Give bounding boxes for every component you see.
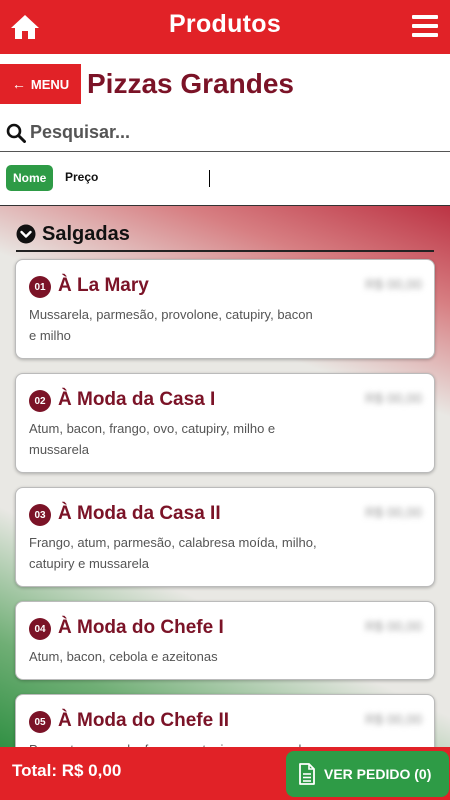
arrow-left-icon: ← [11, 76, 26, 92]
product-name: À Moda da Casa II [58, 502, 221, 524]
product-price: R$ 00,00 [365, 618, 422, 634]
top-bar-title: Produtos [168, 10, 282, 38]
search-input[interactable] [30, 118, 430, 146]
product-name: À Moda do Chefe I [58, 616, 224, 638]
product-description: Frango, atum, parmesão, calabresa moída,… [29, 535, 317, 571]
view-order-button[interactable]: VER PEDIDO (0) [286, 751, 449, 797]
chevron-down-circle-icon [16, 224, 36, 244]
product-description: Atum, bacon, cebola e azeitonas [29, 649, 218, 664]
product-card[interactable]: 05 À Moda do Chefe II R$ 00,00 Presunto,… [15, 694, 435, 747]
text-cursor [209, 170, 210, 187]
sort-by-name-button[interactable]: Nome [6, 165, 54, 191]
product-card[interactable]: 01 À La Mary R$ 00,00 Mussarela, parmesã… [15, 259, 435, 359]
back-menu-button[interactable]: ← MENU [0, 64, 81, 104]
product-number-badge: 02 [29, 390, 51, 412]
product-price: R$ 00,00 [365, 276, 422, 292]
product-number-badge: 01 [29, 276, 51, 298]
product-number-badge: 05 [29, 711, 51, 733]
product-price: R$ 00,00 [365, 390, 422, 406]
search-bar [0, 114, 450, 152]
product-card[interactable]: 03 À Moda da Casa II R$ 00,00 Frango, at… [15, 487, 435, 587]
document-icon [299, 763, 315, 785]
view-order-label: VER PEDIDO (0) [324, 766, 432, 782]
sort-bar: Nome Preço [0, 152, 450, 206]
page-title: Pizzas Grandes [87, 68, 294, 99]
product-cards: 01 À La Mary R$ 00,00 Mussarela, parmesã… [15, 259, 435, 747]
product-name: À Moda do Chefe II [58, 709, 229, 731]
product-card[interactable]: 04 À Moda do Chefe I R$ 00,00 Atum, baco… [15, 601, 435, 680]
product-list-area[interactable]: Salgadas 01 À La Mary R$ 00,00 Mussarela… [0, 206, 450, 747]
product-card[interactable]: 02 À Moda da Casa I R$ 00,00 Atum, bacon… [15, 373, 435, 473]
product-price: R$ 00,00 [365, 504, 422, 520]
bottom-bar: Total: R$ 0,00 VER PEDIDO (0) [0, 747, 450, 800]
product-description: Mussarela, parmesão, provolone, catupiry… [29, 307, 313, 343]
product-description: Presunto, escarola, frango, catupiry e m… [29, 739, 422, 747]
product-number-badge: 03 [29, 504, 51, 526]
hamburger-menu-icon[interactable] [412, 15, 438, 39]
sort-by-price-button[interactable]: Preço [65, 170, 98, 184]
category-header-salgadas[interactable]: Salgadas [16, 218, 434, 252]
product-name: À La Mary [58, 274, 149, 296]
product-price: R$ 00,00 [365, 711, 422, 727]
order-total: Total: R$ 0,00 [12, 761, 122, 780]
menu-button-label: MENU [30, 76, 70, 92]
category-title: Salgadas [42, 222, 130, 245]
page-header: ← MENU Pizzas Grandes [0, 54, 450, 114]
top-bar: Produtos [0, 0, 450, 54]
search-icon [6, 123, 26, 143]
product-name: À Moda da Casa I [58, 388, 216, 410]
product-number-badge: 04 [29, 618, 51, 640]
product-description: Atum, bacon, frango, ovo, catupiry, milh… [29, 421, 276, 457]
